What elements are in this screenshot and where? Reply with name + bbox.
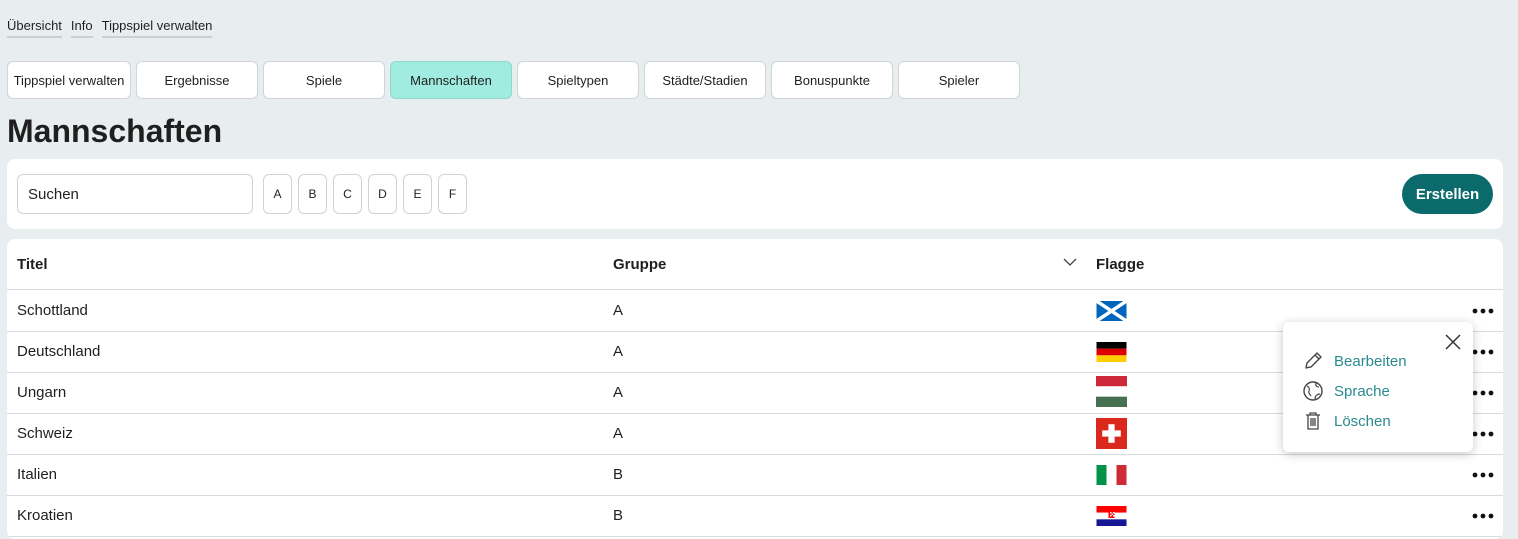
search-input[interactable] [17,174,253,214]
letter-filter-e[interactable]: E [403,174,432,214]
flag-hungary-icon [1096,376,1127,407]
table-row[interactable]: Ungarn A [7,372,1503,414]
column-header-title[interactable]: Titel [17,256,48,273]
team-group: A [613,302,624,319]
more-options-icon[interactable] [1471,424,1495,444]
team-group: A [613,343,624,360]
breadcrumb-item-uebersicht[interactable]: Übersicht [7,18,62,38]
team-title: Italien [17,466,58,483]
breadcrumb: Übersicht Info Tippspiel verwalten [7,18,213,38]
close-icon[interactable] [1444,333,1462,351]
letter-filter-d[interactable]: D [368,174,397,214]
more-options-icon[interactable] [1471,383,1495,403]
menu-item-delete[interactable]: Löschen [1302,410,1391,432]
team-group: A [613,384,624,401]
table-row[interactable]: Kroatien B [7,495,1503,537]
flag-italy-icon [1096,465,1127,485]
column-header-flag: Flagge [1096,256,1145,273]
teams-table: Titel Gruppe Flagge Schottland A Deutsch… [7,239,1503,539]
trash-icon [1306,412,1320,430]
page-title: Mannschaften [7,113,223,149]
menu-item-label: Bearbeiten [1334,352,1407,370]
team-title: Ungarn [17,384,67,401]
team-group: B [613,466,624,483]
chevron-down-icon[interactable] [1063,257,1077,267]
flag-croatia-icon [1096,506,1127,526]
filter-toolbar: A B C D E F Erstellen [7,159,1503,229]
more-options-icon[interactable] [1471,465,1495,485]
team-title: Deutschland [17,343,101,360]
create-button[interactable]: Erstellen [1402,174,1493,214]
menu-item-label: Löschen [1334,412,1391,430]
table-row[interactable]: Schweiz A [7,413,1503,455]
table-header: Titel Gruppe Flagge [7,239,1503,290]
team-title: Schweiz [17,425,73,442]
breadcrumb-item-info[interactable]: Info [70,18,93,38]
more-options-icon[interactable] [1471,506,1495,526]
menu-item-language[interactable]: Sprache [1302,380,1390,402]
flag-scotland-icon [1096,301,1127,321]
more-options-icon[interactable] [1471,342,1495,362]
more-options-icon[interactable] [1471,301,1495,321]
pencil-icon [1305,352,1322,369]
flag-germany-icon [1096,342,1127,362]
team-title: Kroatien [17,507,73,524]
team-group: A [613,425,624,442]
tab-spiele[interactable]: Spiele [263,61,385,99]
menu-item-edit[interactable]: Bearbeiten [1302,350,1407,372]
table-row[interactable]: Schottland A [7,290,1503,332]
letter-filter-f[interactable]: F [438,174,467,214]
tab-spieltypen[interactable]: Spieltypen [517,61,639,99]
tab-staedte-stadien[interactable]: Städte/Stadien [644,61,766,99]
tab-ergebnisse[interactable]: Ergebnisse [136,61,258,99]
letter-filter-c[interactable]: C [333,174,362,214]
globe-icon [1303,381,1323,401]
table-row[interactable]: Italien B [7,454,1503,496]
column-header-group[interactable]: Gruppe [613,256,666,273]
letter-filter: A B C D E F [263,174,467,214]
tab-tippspiel-verwalten[interactable]: Tippspiel verwalten [7,61,131,99]
team-title: Schottland [17,302,88,319]
tab-bonuspunkte[interactable]: Bonuspunkte [771,61,893,99]
tab-spieler[interactable]: Spieler [898,61,1020,99]
breadcrumb-item-tippspiel-verwalten[interactable]: Tippspiel verwalten [101,18,213,38]
row-context-menu: Bearbeiten Sprache Löschen [1283,322,1473,452]
menu-item-label: Sprache [1334,382,1390,400]
letter-filter-a[interactable]: A [263,174,292,214]
table-row[interactable]: Deutschland A [7,331,1503,373]
tab-mannschaften[interactable]: Mannschaften [390,61,512,99]
letter-filter-b[interactable]: B [298,174,327,214]
flag-switzerland-icon [1096,418,1127,449]
tab-bar: Tippspiel verwalten Ergebnisse Spiele Ma… [7,61,1020,99]
team-group: B [613,507,624,524]
